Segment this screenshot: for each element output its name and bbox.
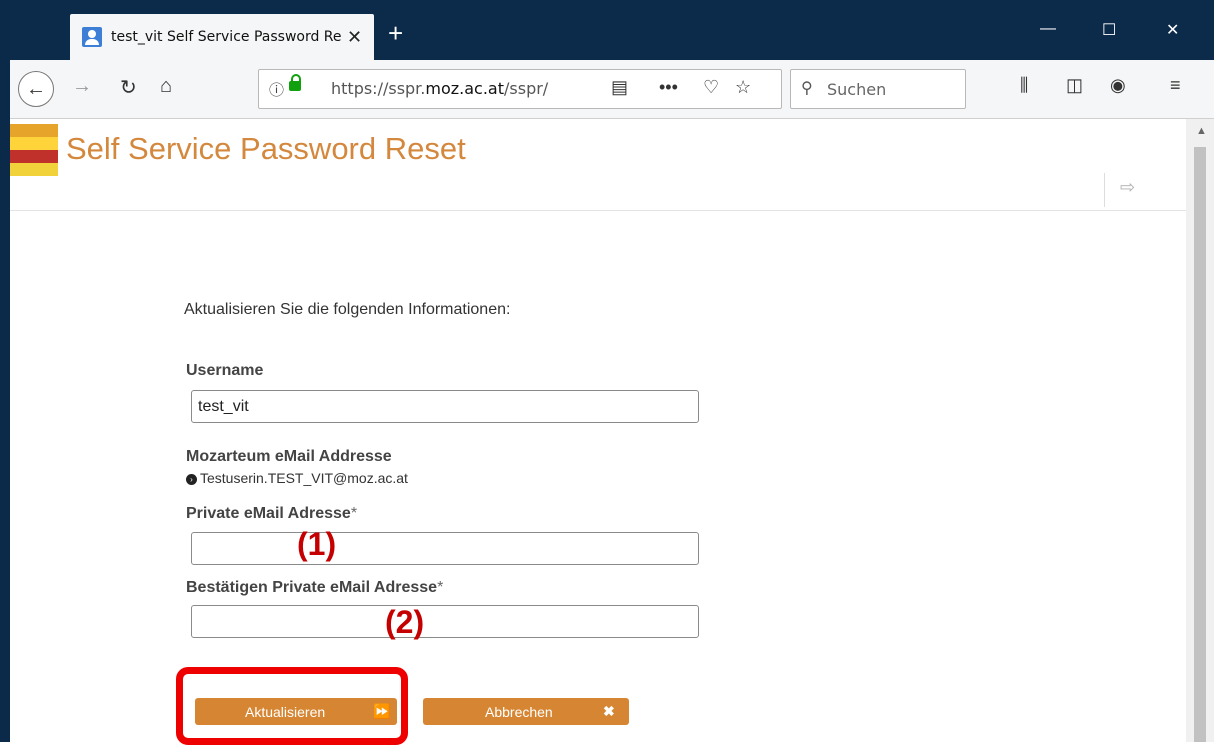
annotation-marker-1: (1) [297, 526, 337, 562]
close-icon: ✖ [603, 703, 615, 719]
minimize-icon[interactable]: — [1040, 20, 1056, 38]
navigation-toolbar: ← → ↻ ⌂ ⓘ https://sspr.moz.ac.at/sspr/ ▤… [10, 60, 1214, 119]
mozarteum-email-label: Mozarteum eMail Addresse [186, 448, 392, 465]
page-actions-icon[interactable]: ••• [659, 77, 678, 98]
browser-tab[interactable]: test_vit Self Service Password Re ✕ [70, 14, 374, 60]
private-email-input[interactable] [191, 532, 699, 565]
header-divider [1104, 173, 1105, 207]
maximize-icon[interactable]: ☐ [1102, 20, 1116, 40]
close-tab-icon[interactable]: ✕ [347, 27, 362, 48]
logout-icon[interactable]: ⇨ [1120, 177, 1135, 198]
reader-view-icon[interactable]: ▤ [611, 77, 628, 98]
arrow-circle-icon: › [186, 474, 197, 485]
info-icon[interactable]: ⓘ [269, 79, 284, 100]
home-icon[interactable]: ⌂ [160, 75, 172, 98]
search-bar[interactable]: ⚲ Suchen [790, 69, 966, 109]
menu-icon[interactable]: ≡ [1170, 75, 1181, 96]
tab-title: test_vit Self Service Password Re [111, 29, 341, 45]
confirm-email-input[interactable] [191, 605, 699, 638]
header-divider-line [10, 210, 1186, 211]
mozarteum-email-value: › Testuserin.TEST_VIT@moz.ac.at [186, 470, 408, 486]
user-icon [82, 27, 102, 47]
forward-icon[interactable]: → [72, 75, 92, 98]
username-input[interactable] [191, 390, 699, 423]
scrollbar-thumb[interactable] [1194, 147, 1206, 742]
back-button[interactable]: ← [18, 71, 54, 107]
page-title: Self Service Password Reset [66, 131, 466, 166]
lock-icon[interactable] [289, 74, 301, 91]
library-icon[interactable]: ⫼ [1020, 75, 1028, 96]
bookmark-star-icon[interactable]: ☆ [735, 77, 751, 98]
url-text[interactable]: https://sspr.moz.ac.at/sspr/ [331, 79, 556, 98]
scroll-up-icon[interactable]: ▲ [1196, 125, 1207, 137]
reload-icon[interactable]: ↻ [120, 75, 137, 100]
annotation-highlight-box [176, 667, 408, 745]
username-label: Username [186, 362, 264, 379]
page-scrollbar[interactable]: ▲ [1186, 119, 1214, 742]
new-tab-button[interactable]: + [388, 18, 403, 49]
annotation-marker-2: (2) [385, 604, 425, 640]
pocket-icon[interactable]: ♡ [703, 77, 719, 98]
private-email-label: Private eMail Adresse* [186, 505, 358, 522]
url-bar[interactable]: ⓘ https://sspr.moz.ac.at/sspr/ ▤ ••• ♡ ☆ [258, 69, 782, 109]
desktop-edge [0, 0, 10, 742]
page-content: Self Service Password Reset ⇨ Aktualisie… [10, 119, 1186, 742]
confirm-email-label: Bestätigen Private eMail Adresse* [186, 579, 444, 596]
cancel-button[interactable]: Abbrechen ✖ [423, 698, 629, 725]
intro-text: Aktualisieren Sie die folgenden Informat… [184, 301, 511, 318]
mozarteum-logo [10, 124, 58, 176]
search-icon: ⚲ [801, 80, 813, 97]
close-window-icon[interactable]: ✕ [1166, 20, 1179, 40]
search-placeholder: Suchen [827, 80, 887, 99]
sidebar-icon[interactable]: ◫ [1066, 75, 1083, 96]
extension-icon[interactable]: ◉ [1110, 75, 1126, 96]
